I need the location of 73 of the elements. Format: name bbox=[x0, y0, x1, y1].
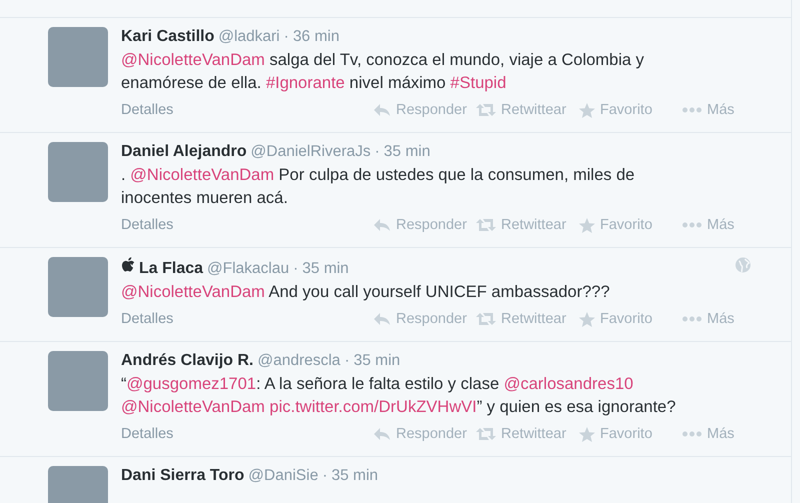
user-name[interactable]: Kari Castillo bbox=[121, 27, 214, 47]
star-icon bbox=[579, 426, 595, 442]
tweet-text: @NicoletteVanDam And you call yourself UNICEF ambassador??? bbox=[121, 282, 611, 303]
tweet-link[interactable]: @gusgomez1701 bbox=[126, 375, 256, 393]
action-more-label[interactable]: Más bbox=[707, 309, 734, 329]
ellipsis-icon bbox=[682, 316, 702, 322]
retweet-arrows-icon bbox=[476, 427, 496, 441]
separator-dot: · bbox=[293, 259, 298, 279]
action-more-label[interactable]: Más bbox=[707, 100, 734, 120]
action-retweet-label[interactable]: Retwittear bbox=[501, 424, 566, 444]
action-favorite-label[interactable]: Favorito bbox=[600, 100, 652, 120]
tweet-link[interactable]: @NicoletteVanDam bbox=[121, 283, 265, 301]
avatar-photo-placeholder bbox=[48, 257, 108, 317]
action-retweet-label[interactable]: Retwittear bbox=[501, 215, 566, 235]
user-handle[interactable]: @ladkari bbox=[218, 27, 280, 47]
retweet-arrows-icon bbox=[476, 218, 496, 232]
retweet-arrows-icon bbox=[476, 312, 496, 326]
tweet-text: . @NicoletteVanDam Por culpa de ustedes que la consumen, miles de inocentes mueren acá. bbox=[121, 165, 636, 209]
tweet-time[interactable]: 35 min bbox=[331, 466, 378, 486]
action-favorite-label[interactable]: Favorito bbox=[600, 424, 652, 444]
action-more-label[interactable]: Más bbox=[707, 424, 734, 444]
reply-arrow-icon bbox=[373, 103, 391, 117]
action-retweet-label[interactable]: Retwittear bbox=[501, 100, 566, 120]
action-reply-label[interactable]: Responder bbox=[396, 424, 467, 444]
user-name[interactable]: Andrés Clavijo R. bbox=[121, 351, 254, 371]
reply-arrow-icon bbox=[373, 218, 391, 232]
ellipsis-icon bbox=[682, 107, 702, 113]
tweet-text: @NicoletteVanDam salga del Tv, conozca el mundo, viaje a Colombia y enamórese de ella. #Ignorante nivel máximo #Stupid bbox=[121, 50, 646, 94]
avatar-photo-placeholder bbox=[48, 351, 108, 411]
star-icon bbox=[579, 312, 595, 326]
ellipsis-icon bbox=[682, 222, 702, 228]
avatar-photo-placeholder bbox=[48, 142, 108, 202]
tweet-text: “@gusgomez1701: A la señora le falta estilo y clase @carlosandres10 @NicoletteVanDam pic.twitter.com/DrUkZVHwVI” y quien es esa ignorante? bbox=[121, 374, 677, 418]
reply-arrow-icon bbox=[373, 312, 391, 326]
separator-dot: · bbox=[322, 466, 328, 486]
tweet-link[interactable]: pic.twitter.com/DrUkZVHwVI bbox=[270, 398, 477, 416]
avatar-photo-placeholder bbox=[48, 27, 108, 87]
user-handle[interactable]: @Flakaclau bbox=[207, 259, 290, 279]
star-icon bbox=[579, 218, 595, 232]
star-icon bbox=[579, 102, 595, 118]
tweet-time[interactable]: 35 min bbox=[354, 351, 400, 371]
action-reply-label[interactable]: Responder bbox=[396, 100, 467, 120]
ellipsis-icon bbox=[682, 431, 702, 437]
tweet-time[interactable]: 35 min bbox=[302, 259, 349, 279]
tweet-link[interactable]: @NicoletteVanDam bbox=[121, 51, 265, 69]
user-name[interactable]: Dani Sierra Toro bbox=[121, 466, 244, 486]
separator-dot: · bbox=[344, 351, 350, 371]
user-handle[interactable]: @andrescla bbox=[257, 351, 340, 371]
reply-arrow-icon bbox=[373, 427, 391, 441]
details-link[interactable]: Detalles bbox=[121, 215, 373, 235]
user-name[interactable]: Daniel Alejandro bbox=[121, 142, 247, 162]
tweet-link[interactable]: #Stupid bbox=[450, 74, 506, 92]
details-link[interactable]: Detalles bbox=[121, 424, 373, 444]
retweet-arrows-icon bbox=[476, 103, 496, 117]
action-more-label[interactable]: Más bbox=[707, 215, 734, 235]
tweet-link[interactable]: @NicoletteVanDam bbox=[121, 398, 265, 416]
user-handle[interactable]: @DanielRiveraJs bbox=[250, 142, 371, 162]
details-link[interactable]: Detalles bbox=[121, 309, 373, 329]
tweet-time[interactable]: 35 min bbox=[384, 142, 430, 162]
action-reply-label[interactable]: Responder bbox=[396, 309, 467, 329]
user-handle[interactable]: @DaniSie bbox=[248, 466, 318, 486]
tweet-link[interactable]: @carlosandres10 bbox=[504, 375, 634, 393]
action-favorite-label[interactable]: Favorito bbox=[600, 309, 652, 329]
action-reply-label[interactable]: Responder bbox=[396, 215, 467, 235]
action-retweet-label[interactable]: Retwittear bbox=[501, 309, 566, 329]
action-favorite-label[interactable]: Favorito bbox=[600, 215, 652, 235]
details-link[interactable]: Detalles bbox=[121, 100, 373, 120]
tweet-time[interactable]: 36 min bbox=[292, 27, 340, 47]
tweet-link[interactable]: #Ignorante bbox=[266, 74, 345, 92]
separator-dot: · bbox=[374, 142, 380, 162]
separator-dot: · bbox=[284, 27, 289, 47]
tweet-link[interactable]: @NicoletteVanDam bbox=[130, 166, 274, 184]
user-name[interactable]: La Flaca bbox=[139, 259, 204, 279]
